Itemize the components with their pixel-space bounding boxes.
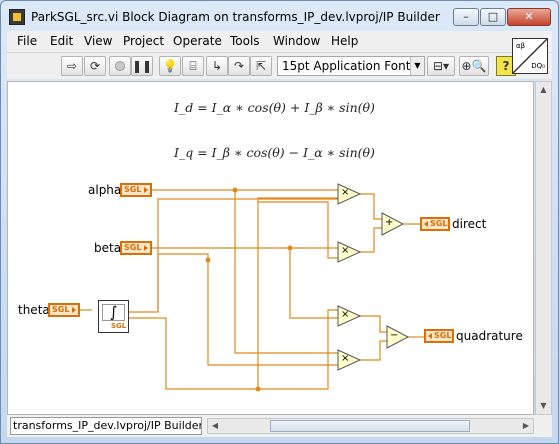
sine-wave-icon: ∫ bbox=[102, 304, 125, 321]
menu-edit[interactable]: Edit bbox=[50, 34, 73, 48]
chevron-down-icon[interactable]: ▼ bbox=[410, 57, 424, 75]
font-select-value: 15pt Application Font bbox=[282, 59, 411, 73]
menu-view[interactable]: View bbox=[84, 34, 112, 48]
status-bar: transforms_IP_dev.lvproj/IP Builder ◀ ▶ bbox=[7, 415, 552, 437]
add-symbol: + bbox=[385, 217, 394, 228]
labview-window: ParkSGL_src.vi Block Diagram on transfor… bbox=[0, 0, 559, 444]
align-icon[interactable]: ⊟▾ bbox=[427, 56, 455, 76]
menu-file[interactable]: File bbox=[17, 34, 37, 48]
step-over-icon[interactable]: ↷ bbox=[228, 56, 250, 76]
highlight-execution-icon[interactable]: 💡 bbox=[159, 56, 181, 76]
step-into-icon[interactable]: ↳ bbox=[206, 56, 228, 76]
sine-cosine-function[interactable]: ∫ SGL bbox=[98, 300, 129, 333]
formula-iq: I_q = I_β ∗ cos(θ) − I_α ∗ sin(θ) bbox=[174, 145, 375, 160]
project-path[interactable]: transforms_IP_dev.lvproj/IP Builder bbox=[10, 417, 202, 435]
theta-terminal[interactable]: SGL bbox=[48, 303, 80, 317]
search-icon[interactable]: ⊕🔍 bbox=[459, 56, 489, 76]
wire-layer bbox=[80, 183, 424, 392]
quadrature-indicator[interactable]: SGL bbox=[424, 329, 454, 343]
vertical-scrollbar[interactable]: ▲ ▼ bbox=[535, 81, 552, 415]
window-title: ParkSGL_src.vi Block Diagram on transfor… bbox=[31, 10, 440, 24]
scroll-down-icon[interactable]: ▼ bbox=[536, 398, 551, 414]
vi-connector-icon[interactable]: αβ DQ₀ bbox=[512, 38, 548, 74]
sincos-type: SGL bbox=[111, 322, 127, 330]
scroll-right-icon[interactable]: ▶ bbox=[519, 419, 533, 433]
subtract-symbol: − bbox=[390, 330, 399, 341]
multiply-symbol: × bbox=[341, 245, 350, 256]
title-bar[interactable]: ParkSGL_src.vi Block Diagram on transfor… bbox=[1, 1, 558, 31]
close-button[interactable]: ✕ bbox=[507, 8, 551, 26]
step-out-icon[interactable]: ⇱ bbox=[250, 56, 272, 76]
theta-type: SGL bbox=[52, 305, 70, 314]
beta-type: SGL bbox=[124, 243, 142, 252]
toolbar: ⇨ ⟳ ❚❚ 💡 ⌸ ↳ ↷ ⇱ 15pt Application Font ▼… bbox=[7, 38, 552, 79]
block-diagram-canvas[interactable]: I_d = I_α ∗ cos(θ) + I_β ∗ sin(θ) I_q = … bbox=[7, 81, 534, 415]
pause-icon[interactable]: ❚❚ bbox=[131, 56, 153, 76]
menu-bar: File Edit View Project Operate Tools Win… bbox=[7, 31, 552, 53]
menu-help[interactable]: Help bbox=[331, 34, 358, 48]
theta-label: theta bbox=[18, 303, 50, 317]
vi-icon-bottom-text: DQ₀ bbox=[531, 62, 545, 70]
abort-icon[interactable] bbox=[109, 56, 131, 76]
run-arrow-icon[interactable]: ⇨ bbox=[61, 56, 83, 76]
scroll-thumb[interactable] bbox=[270, 420, 470, 432]
maximize-button[interactable]: □ bbox=[480, 8, 506, 26]
direct-type: SGL bbox=[430, 219, 448, 228]
quadrature-type: SGL bbox=[434, 331, 452, 340]
beta-terminal[interactable]: SGL bbox=[120, 241, 152, 255]
alpha-terminal[interactable]: SGL bbox=[120, 183, 152, 197]
alpha-label: alpha bbox=[88, 183, 122, 197]
formula-id: I_d = I_α ∗ cos(θ) + I_β ∗ sin(θ) bbox=[174, 100, 375, 115]
menu-project[interactable]: Project bbox=[123, 34, 164, 48]
vi-icon-top-text: αβ bbox=[516, 42, 526, 50]
beta-label: beta bbox=[94, 241, 122, 255]
menu-window[interactable]: Window bbox=[273, 34, 320, 48]
run-continuous-icon[interactable]: ⟳ bbox=[84, 56, 106, 76]
quadrature-label: quadrature bbox=[456, 329, 523, 343]
retain-wire-values-icon[interactable]: ⌸ bbox=[182, 56, 204, 76]
menu-tools[interactable]: Tools bbox=[230, 34, 260, 48]
font-select[interactable]: 15pt Application Font ▼ bbox=[277, 56, 425, 76]
alpha-type: SGL bbox=[124, 185, 142, 194]
scroll-left-icon[interactable]: ◀ bbox=[208, 419, 222, 433]
multiply-symbol: × bbox=[341, 353, 350, 364]
labview-vi-icon bbox=[9, 9, 25, 25]
scroll-up-icon[interactable]: ▲ bbox=[536, 82, 551, 98]
horizontal-scrollbar[interactable]: ◀ ▶ bbox=[207, 418, 534, 434]
wire-junctions bbox=[205, 187, 293, 392]
minimize-button[interactable]: – bbox=[453, 8, 479, 26]
direct-label: direct bbox=[452, 217, 487, 231]
menu-operate[interactable]: Operate bbox=[173, 34, 222, 48]
direct-indicator[interactable]: SGL bbox=[420, 217, 450, 231]
multiply-symbol: × bbox=[341, 187, 350, 198]
multiply-symbol: × bbox=[341, 309, 350, 320]
